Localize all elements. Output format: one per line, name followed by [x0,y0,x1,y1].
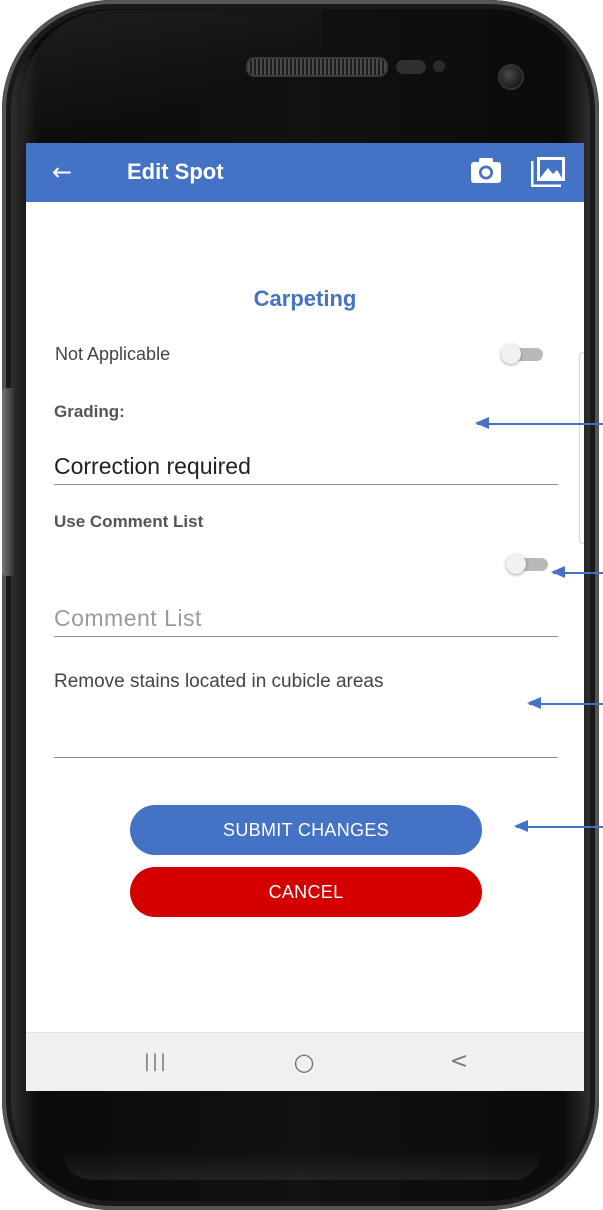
grading-field[interactable]: Correction required [54,452,558,485]
cancel-button[interactable]: CANCEL [130,867,482,917]
annotation-arrow-grading [475,417,603,429]
system-nav-bar: ||| ○ < [26,1032,584,1091]
grading-label: Grading: [54,402,125,421]
app-bar: ← Edit Spot [26,143,584,202]
recents-icon[interactable]: ||| [136,1047,176,1077]
comment-textarea[interactable]: Remove stains located in cubicle areas [54,669,558,758]
not-applicable-label: Not Applicable [55,344,171,364]
annotation-arrow-submit [514,820,603,832]
phone-sensor [396,60,426,74]
submit-changes-button[interactable]: SUBMIT CHANGES [130,805,482,855]
back-nav-icon[interactable]: < [439,1047,479,1077]
toggle-thumb [506,554,526,574]
phone-side-button [2,388,14,576]
section-title: Carpeting [253,286,357,311]
phone-front-camera [498,64,524,90]
annotation-arrow-comment-toggle [551,566,603,578]
camera-icon[interactable] [470,157,502,184]
home-icon[interactable]: ○ [284,1047,324,1077]
phone-sensor-dot [433,60,445,72]
arrow-left-icon[interactable]: ← [52,157,72,187]
phone-bottom-edge [62,1150,542,1180]
toggle-thumb [501,344,521,364]
comment-list-select[interactable]: Comment List [54,602,558,637]
use-comment-list-label: Use Comment List [54,512,204,531]
page-title: Edit Spot [127,159,224,184]
edit-spot-form: Carpeting Not Applicable Grading: Correc… [26,202,584,1032]
phone-glare [22,10,322,160]
annotation-arrow-notes [527,697,603,709]
phone-speaker [246,57,388,77]
use-comment-list-toggle[interactable] [506,554,550,574]
phone-screen: ← Edit Spot Carpeting Not Applicable Gra… [26,143,584,1091]
not-applicable-toggle[interactable] [501,344,545,364]
gallery-icon[interactable] [531,155,567,187]
scrollbar[interactable] [579,352,584,544]
phone-frame: ← Edit Spot Carpeting Not Applicable Gra… [2,0,599,1210]
